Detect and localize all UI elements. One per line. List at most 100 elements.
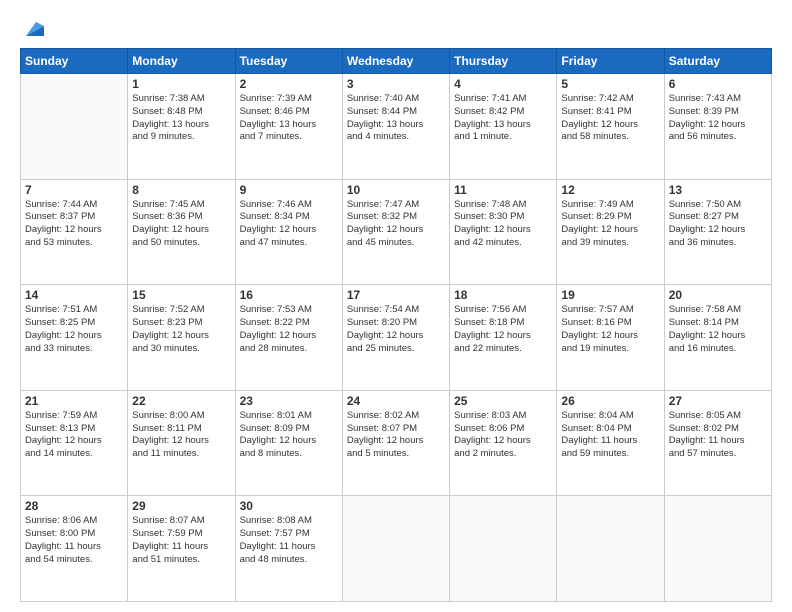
calendar-cell: 18 Sunrise: 7:56 AM Sunset: 8:18 PM Dayli…: [450, 285, 557, 391]
calendar-cell: 26 Sunrise: 8:04 AM Sunset: 8:04 PM Dayli…: [557, 390, 664, 496]
day-info: Sunrise: 7:47 AM Sunset: 8:32 PM Dayligh…: [347, 199, 445, 250]
calendar-cell: 24 Sunrise: 8:02 AM Sunset: 8:07 PM Dayli…: [342, 390, 449, 496]
calendar-cell: 10 Sunrise: 7:47 AM Sunset: 8:32 PM Dayli…: [342, 179, 449, 285]
calendar-cell: 28 Sunrise: 8:06 AM Sunset: 8:00 PM Dayli…: [21, 496, 128, 602]
weekday-header-sunday: Sunday: [21, 49, 128, 74]
day-number: 14: [25, 288, 123, 302]
header: [20, 18, 772, 40]
weekday-header-monday: Monday: [128, 49, 235, 74]
day-info: Sunrise: 7:52 AM Sunset: 8:23 PM Dayligh…: [132, 304, 230, 355]
day-info: Sunrise: 7:59 AM Sunset: 8:13 PM Dayligh…: [25, 410, 123, 461]
day-number: 28: [25, 499, 123, 513]
day-info: Sunrise: 7:41 AM Sunset: 8:42 PM Dayligh…: [454, 93, 552, 144]
day-number: 24: [347, 394, 445, 408]
day-info: Sunrise: 8:05 AM Sunset: 8:02 PM Dayligh…: [669, 410, 767, 461]
weekday-header-wednesday: Wednesday: [342, 49, 449, 74]
day-info: Sunrise: 7:38 AM Sunset: 8:48 PM Dayligh…: [132, 93, 230, 144]
calendar-cell: 11 Sunrise: 7:48 AM Sunset: 8:30 PM Dayli…: [450, 179, 557, 285]
week-row-5: 28 Sunrise: 8:06 AM Sunset: 8:00 PM Dayli…: [21, 496, 772, 602]
calendar-cell: [21, 74, 128, 180]
calendar-cell: 16 Sunrise: 7:53 AM Sunset: 8:22 PM Dayli…: [235, 285, 342, 391]
day-info: Sunrise: 7:48 AM Sunset: 8:30 PM Dayligh…: [454, 199, 552, 250]
day-number: 15: [132, 288, 230, 302]
calendar-cell: 12 Sunrise: 7:49 AM Sunset: 8:29 PM Dayli…: [557, 179, 664, 285]
calendar-cell: 21 Sunrise: 7:59 AM Sunset: 8:13 PM Dayli…: [21, 390, 128, 496]
day-info: Sunrise: 7:49 AM Sunset: 8:29 PM Dayligh…: [561, 199, 659, 250]
calendar-cell: 7 Sunrise: 7:44 AM Sunset: 8:37 PM Daylig…: [21, 179, 128, 285]
week-row-1: 1 Sunrise: 7:38 AM Sunset: 8:48 PM Daylig…: [21, 74, 772, 180]
calendar-cell: 19Sunrise: 7:57 AM Sunset: 8:16 PM Dayli…: [557, 285, 664, 391]
day-number: 9: [240, 183, 338, 197]
day-number: 27: [669, 394, 767, 408]
calendar-cell: 20 Sunrise: 7:58 AM Sunset: 8:14 PM Dayli…: [664, 285, 771, 391]
calendar-cell: 30Sunrise: 8:08 AM Sunset: 7:57 PM Dayli…: [235, 496, 342, 602]
day-number: 2: [240, 77, 338, 91]
day-info: Sunrise: 7:53 AM Sunset: 8:22 PM Dayligh…: [240, 304, 338, 355]
day-number: 4: [454, 77, 552, 91]
page: SundayMondayTuesdayWednesdayThursdayFrid…: [0, 0, 792, 612]
day-info: Sunrise: 7:56 AM Sunset: 8:18 PM Dayligh…: [454, 304, 552, 355]
day-info: Sunrise: 7:54 AM Sunset: 8:20 PM Dayligh…: [347, 304, 445, 355]
day-number: 22: [132, 394, 230, 408]
day-number: 10: [347, 183, 445, 197]
day-number: 16: [240, 288, 338, 302]
day-info: Sunrise: 7:39 AM Sunset: 8:46 PM Dayligh…: [240, 93, 338, 144]
weekday-header-friday: Friday: [557, 49, 664, 74]
calendar-cell: 15 Sunrise: 7:52 AM Sunset: 8:23 PM Dayli…: [128, 285, 235, 391]
day-number: 3: [347, 77, 445, 91]
day-number: 18: [454, 288, 552, 302]
calendar-cell: 17Sunrise: 7:54 AM Sunset: 8:20 PM Dayli…: [342, 285, 449, 391]
day-number: 11: [454, 183, 552, 197]
day-number: 12: [561, 183, 659, 197]
day-number: 6: [669, 77, 767, 91]
day-number: 29: [132, 499, 230, 513]
day-info: Sunrise: 8:03 AM Sunset: 8:06 PM Dayligh…: [454, 410, 552, 461]
day-number: 7: [25, 183, 123, 197]
calendar-cell: 5 Sunrise: 7:42 AM Sunset: 8:41 PM Daylig…: [557, 74, 664, 180]
day-number: 5: [561, 77, 659, 91]
day-number: 23: [240, 394, 338, 408]
day-number: 30: [240, 499, 338, 513]
day-info: Sunrise: 8:04 AM Sunset: 8:04 PM Dayligh…: [561, 410, 659, 461]
calendar-cell: 27 Sunrise: 8:05 AM Sunset: 8:02 PM Dayli…: [664, 390, 771, 496]
week-row-3: 14 Sunrise: 7:51 AM Sunset: 8:25 PM Dayli…: [21, 285, 772, 391]
day-info: Sunrise: 7:43 AM Sunset: 8:39 PM Dayligh…: [669, 93, 767, 144]
day-info: Sunrise: 8:06 AM Sunset: 8:00 PM Dayligh…: [25, 515, 123, 566]
day-number: 21: [25, 394, 123, 408]
calendar-cell: 22Sunrise: 8:00 AM Sunset: 8:11 PM Dayli…: [128, 390, 235, 496]
day-info: Sunrise: 7:42 AM Sunset: 8:41 PM Dayligh…: [561, 93, 659, 144]
day-number: 1: [132, 77, 230, 91]
day-info: Sunrise: 8:02 AM Sunset: 8:07 PM Dayligh…: [347, 410, 445, 461]
day-number: 13: [669, 183, 767, 197]
logo: [20, 18, 44, 40]
calendar-cell: 1 Sunrise: 7:38 AM Sunset: 8:48 PM Daylig…: [128, 74, 235, 180]
day-info: Sunrise: 7:46 AM Sunset: 8:34 PM Dayligh…: [240, 199, 338, 250]
week-row-2: 7 Sunrise: 7:44 AM Sunset: 8:37 PM Daylig…: [21, 179, 772, 285]
day-number: 8: [132, 183, 230, 197]
day-info: Sunrise: 7:44 AM Sunset: 8:37 PM Dayligh…: [25, 199, 123, 250]
calendar-cell: 25 Sunrise: 8:03 AM Sunset: 8:06 PM Dayli…: [450, 390, 557, 496]
weekday-header-row: SundayMondayTuesdayWednesdayThursdayFrid…: [21, 49, 772, 74]
calendar-cell: 3 Sunrise: 7:40 AM Sunset: 8:44 PM Daylig…: [342, 74, 449, 180]
day-info: Sunrise: 7:45 AM Sunset: 8:36 PM Dayligh…: [132, 199, 230, 250]
day-number: 20: [669, 288, 767, 302]
calendar-cell: 6 Sunrise: 7:43 AM Sunset: 8:39 PM Daylig…: [664, 74, 771, 180]
week-row-4: 21 Sunrise: 7:59 AM Sunset: 8:13 PM Dayli…: [21, 390, 772, 496]
day-info: Sunrise: 7:51 AM Sunset: 8:25 PM Dayligh…: [25, 304, 123, 355]
day-number: 25: [454, 394, 552, 408]
day-info: Sunrise: 7:58 AM Sunset: 8:14 PM Dayligh…: [669, 304, 767, 355]
calendar-cell: 23Sunrise: 8:01 AM Sunset: 8:09 PM Dayli…: [235, 390, 342, 496]
weekday-header-thursday: Thursday: [450, 49, 557, 74]
calendar-cell: 9 Sunrise: 7:46 AM Sunset: 8:34 PM Daylig…: [235, 179, 342, 285]
day-info: Sunrise: 7:40 AM Sunset: 8:44 PM Dayligh…: [347, 93, 445, 144]
calendar-cell: 29Sunrise: 8:07 AM Sunset: 7:59 PM Dayli…: [128, 496, 235, 602]
calendar-table: SundayMondayTuesdayWednesdayThursdayFrid…: [20, 48, 772, 602]
weekday-header-tuesday: Tuesday: [235, 49, 342, 74]
day-number: 19: [561, 288, 659, 302]
calendar-cell: 4 Sunrise: 7:41 AM Sunset: 8:42 PM Daylig…: [450, 74, 557, 180]
day-number: 26: [561, 394, 659, 408]
calendar-cell: [342, 496, 449, 602]
calendar-cell: 14 Sunrise: 7:51 AM Sunset: 8:25 PM Dayli…: [21, 285, 128, 391]
weekday-header-saturday: Saturday: [664, 49, 771, 74]
calendar-cell: 8 Sunrise: 7:45 AM Sunset: 8:36 PM Daylig…: [128, 179, 235, 285]
